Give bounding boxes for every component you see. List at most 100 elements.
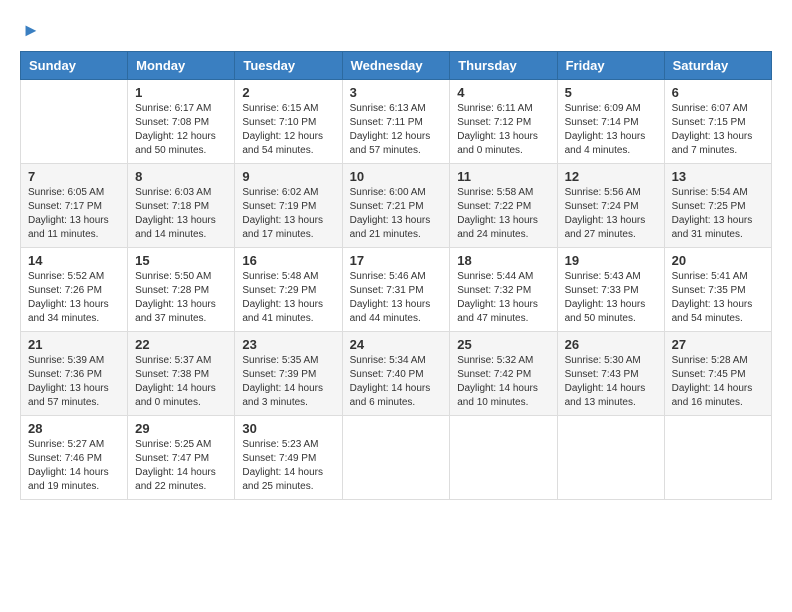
day-info: Sunrise: 6:02 AM Sunset: 7:19 PM Dayligh… (242, 186, 334, 242)
day-info: Sunrise: 5:32 AM Sunset: 7:42 PM Dayligh… (457, 354, 549, 410)
day-info: Sunrise: 5:39 AM Sunset: 7:36 PM Dayligh… (28, 354, 120, 410)
day-number: 2 (242, 85, 334, 100)
calendar-cell: 29 Sunrise: 5:25 AM Sunset: 7:47 PM Dayli… (128, 416, 235, 500)
day-number: 12 (565, 169, 657, 184)
day-number: 26 (565, 337, 657, 352)
calendar-table: SundayMondayTuesdayWednesdayThursdayFrid… (20, 51, 772, 500)
logo: ► (20, 20, 40, 41)
calendar-cell: 12 Sunrise: 5:56 AM Sunset: 7:24 PM Dayli… (557, 164, 664, 248)
calendar-cell: 3Sunrise: 6:13 AM Sunset: 7:11 PM Daylig… (342, 80, 450, 164)
day-number: 3 (350, 85, 443, 100)
day-number: 19 (565, 253, 657, 268)
calendar-cell: 17Sunrise: 5:46 AM Sunset: 7:31 PM Dayli… (342, 248, 450, 332)
day-number: 15 (135, 253, 227, 268)
day-info: Sunrise: 6:17 AM Sunset: 7:08 PM Dayligh… (135, 102, 227, 158)
calendar-cell: 9 Sunrise: 6:02 AM Sunset: 7:19 PM Daylig… (235, 164, 342, 248)
column-header-friday: Friday (557, 52, 664, 80)
day-info: Sunrise: 5:30 AM Sunset: 7:43 PM Dayligh… (565, 354, 657, 410)
calendar-week-row: 28Sunrise: 5:27 AM Sunset: 7:46 PM Dayli… (21, 416, 772, 500)
day-info: Sunrise: 5:46 AM Sunset: 7:31 PM Dayligh… (350, 270, 443, 326)
day-info: Sunrise: 6:15 AM Sunset: 7:10 PM Dayligh… (242, 102, 334, 158)
day-info: Sunrise: 6:00 AM Sunset: 7:21 PM Dayligh… (350, 186, 443, 242)
column-header-sunday: Sunday (21, 52, 128, 80)
day-info: Sunrise: 5:44 AM Sunset: 7:32 PM Dayligh… (457, 270, 549, 326)
day-number: 1 (135, 85, 227, 100)
calendar-week-row: 14Sunrise: 5:52 AM Sunset: 7:26 PM Dayli… (21, 248, 772, 332)
calendar-cell: 5 Sunrise: 6:09 AM Sunset: 7:14 PM Daylig… (557, 80, 664, 164)
day-number: 10 (350, 169, 443, 184)
day-number: 7 (28, 169, 120, 184)
day-info: Sunrise: 6:11 AM Sunset: 7:12 PM Dayligh… (457, 102, 549, 158)
day-info: Sunrise: 5:28 AM Sunset: 7:45 PM Dayligh… (672, 354, 764, 410)
day-number: 24 (350, 337, 443, 352)
day-info: Sunrise: 6:03 AM Sunset: 7:18 PM Dayligh… (135, 186, 227, 242)
day-number: 4 (457, 85, 549, 100)
calendar-cell (664, 416, 771, 500)
day-number: 11 (457, 169, 549, 184)
column-header-wednesday: Wednesday (342, 52, 450, 80)
calendar-cell: 15Sunrise: 5:50 AM Sunset: 7:28 PM Dayli… (128, 248, 235, 332)
day-info: Sunrise: 6:09 AM Sunset: 7:14 PM Dayligh… (565, 102, 657, 158)
calendar-cell: 24 Sunrise: 5:34 AM Sunset: 7:40 PM Dayli… (342, 332, 450, 416)
day-number: 16 (242, 253, 334, 268)
day-number: 21 (28, 337, 120, 352)
day-number: 8 (135, 169, 227, 184)
calendar-cell: 8 Sunrise: 6:03 AM Sunset: 7:18 PM Daylig… (128, 164, 235, 248)
day-info: Sunrise: 5:43 AM Sunset: 7:33 PM Dayligh… (565, 270, 657, 326)
day-number: 23 (242, 337, 334, 352)
day-number: 29 (135, 421, 227, 436)
day-number: 25 (457, 337, 549, 352)
calendar-cell (557, 416, 664, 500)
calendar-header-row: SundayMondayTuesdayWednesdayThursdayFrid… (21, 52, 772, 80)
day-info: Sunrise: 5:34 AM Sunset: 7:40 PM Dayligh… (350, 354, 443, 410)
calendar-cell: 13 Sunrise: 5:54 AM Sunset: 7:25 PM Dayli… (664, 164, 771, 248)
calendar-week-row: 1 Sunrise: 6:17 AM Sunset: 7:08 PM Daylig… (21, 80, 772, 164)
calendar-cell: 16 Sunrise: 5:48 AM Sunset: 7:29 PM Dayli… (235, 248, 342, 332)
day-number: 9 (242, 169, 334, 184)
calendar-cell: 30Sunrise: 5:23 AM Sunset: 7:49 PM Dayli… (235, 416, 342, 500)
calendar-cell: 11 Sunrise: 5:58 AM Sunset: 7:22 PM Dayli… (450, 164, 557, 248)
calendar-cell: 2 Sunrise: 6:15 AM Sunset: 7:10 PM Daylig… (235, 80, 342, 164)
day-number: 22 (135, 337, 227, 352)
day-info: Sunrise: 5:27 AM Sunset: 7:46 PM Dayligh… (28, 438, 120, 494)
day-number: 6 (672, 85, 764, 100)
calendar-cell (21, 80, 128, 164)
day-info: Sunrise: 5:41 AM Sunset: 7:35 PM Dayligh… (672, 270, 764, 326)
day-number: 13 (672, 169, 764, 184)
calendar-cell: 19 Sunrise: 5:43 AM Sunset: 7:33 PM Dayli… (557, 248, 664, 332)
column-header-thursday: Thursday (450, 52, 557, 80)
calendar-week-row: 21 Sunrise: 5:39 AM Sunset: 7:36 PM Dayli… (21, 332, 772, 416)
day-info: Sunrise: 6:05 AM Sunset: 7:17 PM Dayligh… (28, 186, 120, 242)
calendar-cell: 7 Sunrise: 6:05 AM Sunset: 7:17 PM Daylig… (21, 164, 128, 248)
calendar-cell: 20 Sunrise: 5:41 AM Sunset: 7:35 PM Dayli… (664, 248, 771, 332)
calendar-cell: 21 Sunrise: 5:39 AM Sunset: 7:36 PM Dayli… (21, 332, 128, 416)
column-header-tuesday: Tuesday (235, 52, 342, 80)
calendar-cell: 18 Sunrise: 5:44 AM Sunset: 7:32 PM Dayli… (450, 248, 557, 332)
day-number: 5 (565, 85, 657, 100)
calendar-cell: 28Sunrise: 5:27 AM Sunset: 7:46 PM Dayli… (21, 416, 128, 500)
column-header-saturday: Saturday (664, 52, 771, 80)
day-number: 20 (672, 253, 764, 268)
day-number: 30 (242, 421, 334, 436)
calendar-cell: 14Sunrise: 5:52 AM Sunset: 7:26 PM Dayli… (21, 248, 128, 332)
calendar-cell: 6 Sunrise: 6:07 AM Sunset: 7:15 PM Daylig… (664, 80, 771, 164)
day-info: Sunrise: 5:54 AM Sunset: 7:25 PM Dayligh… (672, 186, 764, 242)
day-info: Sunrise: 6:07 AM Sunset: 7:15 PM Dayligh… (672, 102, 764, 158)
page-header: ► (20, 20, 772, 41)
calendar-cell: 10 Sunrise: 6:00 AM Sunset: 7:21 PM Dayli… (342, 164, 450, 248)
day-info: Sunrise: 5:25 AM Sunset: 7:47 PM Dayligh… (135, 438, 227, 494)
day-info: Sunrise: 5:58 AM Sunset: 7:22 PM Dayligh… (457, 186, 549, 242)
day-info: Sunrise: 5:37 AM Sunset: 7:38 PM Dayligh… (135, 354, 227, 410)
day-info: Sunrise: 5:56 AM Sunset: 7:24 PM Dayligh… (565, 186, 657, 242)
day-number: 18 (457, 253, 549, 268)
calendar-cell: 1 Sunrise: 6:17 AM Sunset: 7:08 PM Daylig… (128, 80, 235, 164)
calendar-cell: 26 Sunrise: 5:30 AM Sunset: 7:43 PM Dayli… (557, 332, 664, 416)
day-info: Sunrise: 5:48 AM Sunset: 7:29 PM Dayligh… (242, 270, 334, 326)
calendar-cell: 22 Sunrise: 5:37 AM Sunset: 7:38 PM Dayli… (128, 332, 235, 416)
day-info: Sunrise: 5:35 AM Sunset: 7:39 PM Dayligh… (242, 354, 334, 410)
calendar-cell (450, 416, 557, 500)
calendar-cell: 25 Sunrise: 5:32 AM Sunset: 7:42 PM Dayli… (450, 332, 557, 416)
column-header-monday: Monday (128, 52, 235, 80)
calendar-cell: 23 Sunrise: 5:35 AM Sunset: 7:39 PM Dayli… (235, 332, 342, 416)
calendar-cell (342, 416, 450, 500)
